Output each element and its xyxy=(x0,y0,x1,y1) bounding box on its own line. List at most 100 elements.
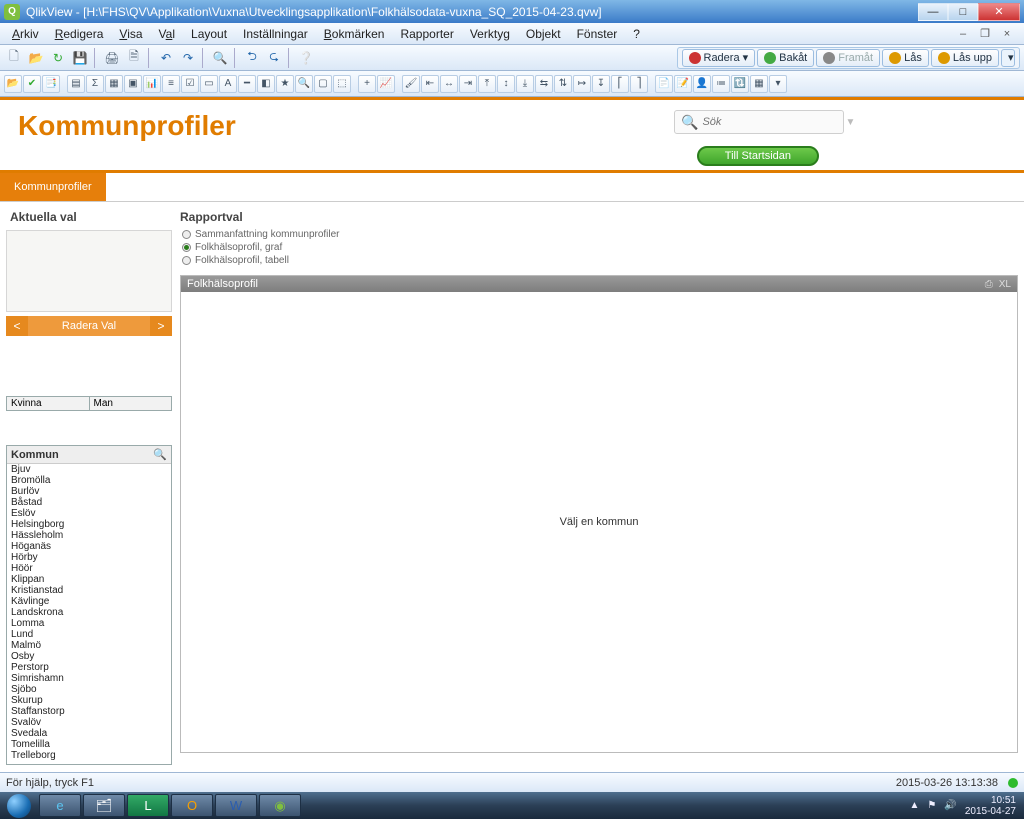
t2-text-icon[interactable]: A xyxy=(219,75,237,93)
tray-up-icon[interactable]: ▲ xyxy=(910,800,920,811)
kommun-item[interactable]: Kävlinge xyxy=(7,596,171,607)
gender-kvinna[interactable]: Kvinna xyxy=(7,397,90,410)
t2-dist-v-icon[interactable]: ⇅ xyxy=(554,75,572,93)
mdi-minimize-button[interactable]: – xyxy=(954,27,972,41)
t2-align-bottom-icon[interactable]: ⤓ xyxy=(516,75,534,93)
mdi-close-button[interactable]: × xyxy=(998,27,1016,41)
t2-slider-icon[interactable]: ◧ xyxy=(257,75,275,93)
gender-man[interactable]: Man xyxy=(90,397,172,410)
search-input[interactable] xyxy=(702,116,845,128)
menu-objekt[interactable]: Objekt xyxy=(518,25,569,43)
t2-align-left-icon[interactable]: ⇤ xyxy=(421,75,439,93)
redo-icon[interactable]: ↷ xyxy=(178,48,198,68)
prev-selection-button[interactable]: < xyxy=(6,316,28,336)
tray-clock[interactable]: 10:51 2015-04-27 xyxy=(965,795,1016,817)
kommun-item[interactable]: Höör xyxy=(7,563,171,574)
taskbar-ie-icon[interactable]: e xyxy=(39,794,81,817)
t2-spacev-icon[interactable]: ↧ xyxy=(592,75,610,93)
till-startsidan-button[interactable]: Till Startsidan xyxy=(697,146,819,166)
t2-newsheet-icon[interactable]: + xyxy=(358,75,376,93)
kommun-item[interactable]: Bromölla xyxy=(7,475,171,486)
kommun-item[interactable]: Höganäs xyxy=(7,541,171,552)
kommun-item[interactable]: Klippan xyxy=(7,574,171,585)
kommun-item[interactable]: Landskrona xyxy=(7,607,171,618)
menu-bokmarken[interactable]: Bokmärken xyxy=(316,25,393,43)
save-icon[interactable]: 💾 xyxy=(70,48,90,68)
menu-redigera[interactable]: Redigera xyxy=(47,25,112,43)
kommun-item[interactable]: Staffanstorp xyxy=(7,706,171,717)
kommun-item[interactable]: Hässleholm xyxy=(7,530,171,541)
chart-excel-icon[interactable]: XL xyxy=(999,279,1011,290)
search-box[interactable]: 🔍 ▼ xyxy=(674,110,844,134)
radera-button[interactable]: Radera ▾ xyxy=(682,49,756,67)
search-icon[interactable]: 🔍 xyxy=(210,48,230,68)
t2-variable-icon[interactable]: ≔ xyxy=(712,75,730,93)
kommun-item[interactable]: Burlöv xyxy=(7,486,171,497)
tray-flag-icon[interactable]: ⚑ xyxy=(927,800,936,811)
t2-doc-prop-icon[interactable]: 📄 xyxy=(655,75,673,93)
open-icon[interactable]: 📂 xyxy=(26,48,46,68)
taskbar-outlook-icon[interactable]: O xyxy=(171,794,213,817)
kommun-item[interactable]: Kristianstad xyxy=(7,585,171,596)
t2-custom-icon[interactable]: ⬚ xyxy=(333,75,351,93)
t2-multibox-icon[interactable]: ▦ xyxy=(105,75,123,93)
kommun-item[interactable]: Svalöv xyxy=(7,717,171,728)
chart-print-icon[interactable]: ⎙ xyxy=(985,279,993,290)
toolbar-options-dropdown[interactable]: ▾ xyxy=(1001,49,1015,67)
t2-listbox-icon[interactable]: ▤ xyxy=(67,75,85,93)
kommun-item[interactable]: Bjuv xyxy=(7,464,171,475)
las-button[interactable]: Lås xyxy=(882,49,929,67)
menu-help[interactable]: ? xyxy=(625,25,648,43)
taskbar-word-icon[interactable]: W xyxy=(215,794,257,817)
las-upp-button[interactable]: Lås upp xyxy=(931,49,999,67)
taskbar-qlikview-icon[interactable]: ◉ xyxy=(259,794,301,817)
kommun-item[interactable]: Hörby xyxy=(7,552,171,563)
menu-val[interactable]: Val xyxy=(151,25,183,43)
t2-sameleft-icon[interactable]: ⎡ xyxy=(611,75,629,93)
start-button[interactable] xyxy=(0,792,38,819)
t2-current-icon[interactable]: ☑ xyxy=(181,75,199,93)
refresh-icon[interactable]: ↻ xyxy=(48,48,68,68)
radera-val-button[interactable]: Radera Val xyxy=(28,316,150,336)
menu-arkiv[interactable]: Arkiv xyxy=(4,25,47,43)
kommun-item[interactable]: Skurup xyxy=(7,695,171,706)
maximize-button[interactable]: □ xyxy=(948,3,978,21)
t2-folder-icon[interactable]: 📂 xyxy=(4,75,22,93)
taskbar-explorer-icon[interactable]: 🗂 xyxy=(83,794,125,817)
t2-container-icon[interactable]: ▢ xyxy=(314,75,332,93)
t2-spaceh-icon[interactable]: ↦ xyxy=(573,75,591,93)
framat-button[interactable]: Framåt xyxy=(816,49,880,67)
t2-sameright-icon[interactable]: ⎤ xyxy=(630,75,648,93)
selections-fwd-icon[interactable]: ⮎ xyxy=(264,48,284,68)
menu-layout[interactable]: Layout xyxy=(183,25,235,43)
kommun-search-icon[interactable]: 🔍 xyxy=(153,448,167,461)
kommun-list[interactable]: BjuvBromöllaBurlövBåstadEslövHelsingborg… xyxy=(7,464,171,764)
t2-input-icon[interactable]: ≡ xyxy=(162,75,180,93)
kommun-item[interactable]: Svedala xyxy=(7,728,171,739)
t2-align-vcenter-icon[interactable]: ↕ xyxy=(497,75,515,93)
t2-sheet-prop-icon[interactable]: 📝 xyxy=(674,75,692,93)
rapportval-option[interactable]: Folkhälsoprofil, tabell xyxy=(182,254,1018,267)
kommun-item[interactable]: Simrishamn xyxy=(7,673,171,684)
taskbar-lync-icon[interactable]: L xyxy=(127,794,169,817)
new-doc-icon[interactable]: 🗋 xyxy=(4,48,24,68)
t2-tableviewer-icon[interactable]: ▦ xyxy=(750,75,768,93)
kommun-item[interactable]: Sjöbo xyxy=(7,684,171,695)
t2-align-top-icon[interactable]: ⤒ xyxy=(478,75,496,93)
t2-line-icon[interactable]: ━ xyxy=(238,75,256,93)
t2-user-icon[interactable]: 👤 xyxy=(693,75,711,93)
t2-dist-h-icon[interactable]: ⇆ xyxy=(535,75,553,93)
minimize-button[interactable]: — xyxy=(918,3,948,21)
print-icon[interactable]: 🖨 xyxy=(102,48,122,68)
selections-back-icon[interactable]: ⮌ xyxy=(242,48,262,68)
undo-icon[interactable]: ↶ xyxy=(156,48,176,68)
search-dropdown-icon[interactable]: ▼ xyxy=(845,117,855,128)
rapportval-option[interactable]: Sammanfattning kommunprofiler xyxy=(182,228,1018,241)
t2-statbox-icon[interactable]: Σ xyxy=(86,75,104,93)
t2-chart-icon[interactable]: 📊 xyxy=(143,75,161,93)
kommun-item[interactable]: Helsingborg xyxy=(7,519,171,530)
print-preview-icon[interactable]: 🗎 xyxy=(124,48,144,68)
t2-bookmark-icon[interactable]: ★ xyxy=(276,75,294,93)
t2-extra-dropdown[interactable]: ▾ xyxy=(769,75,787,93)
kommun-item[interactable]: Tomelilla xyxy=(7,739,171,750)
